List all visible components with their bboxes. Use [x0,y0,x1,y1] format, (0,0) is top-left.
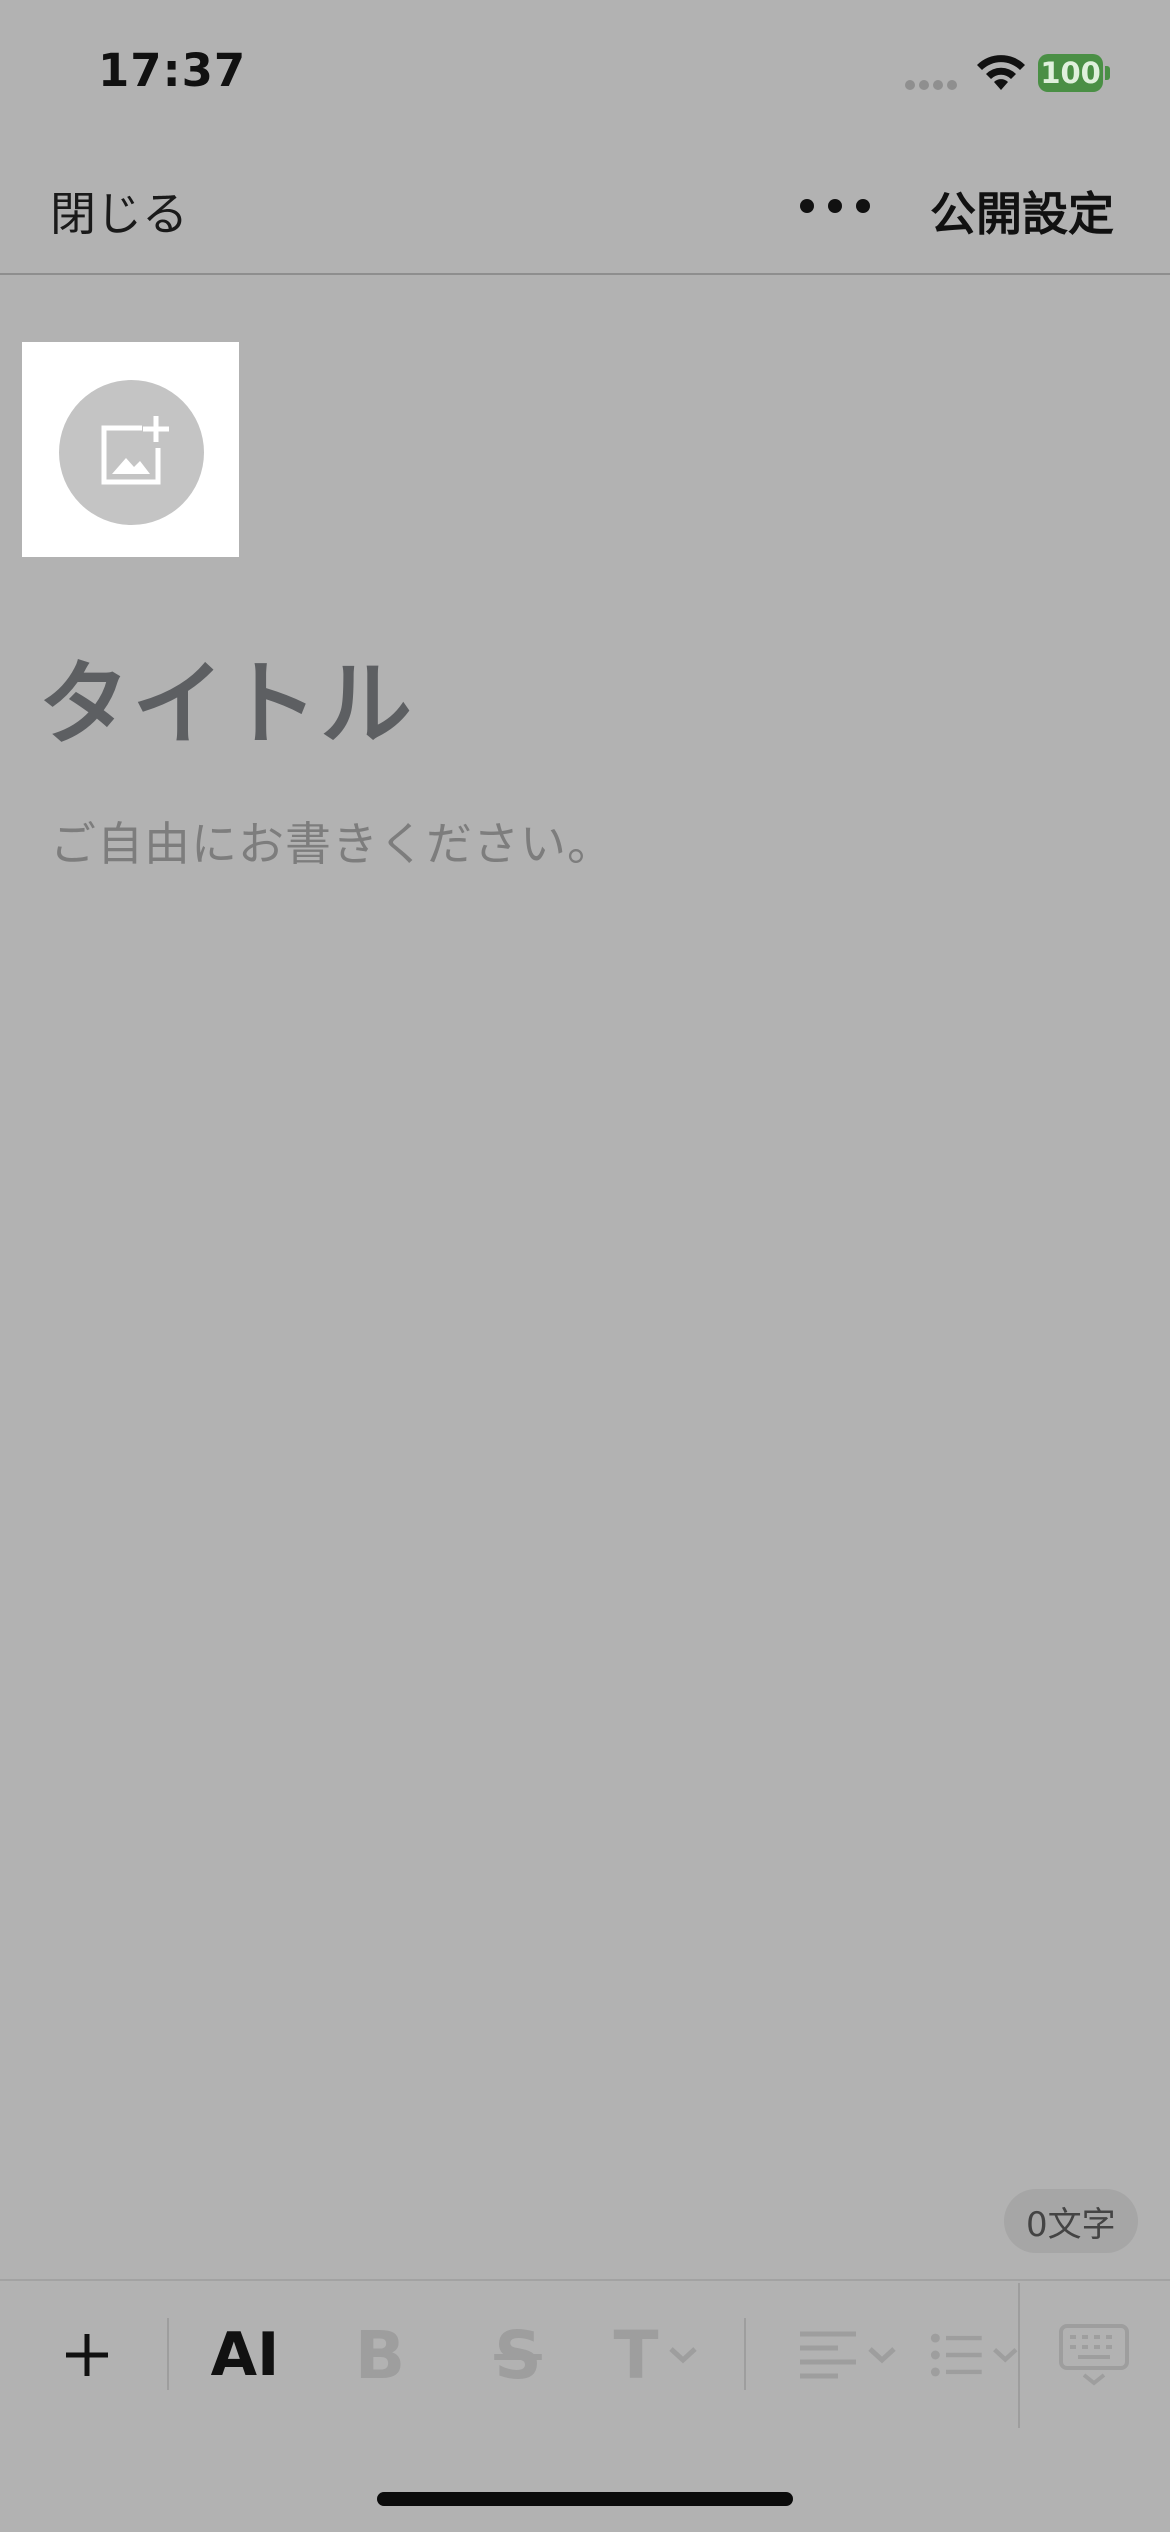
toolbar-separator [167,2318,169,2390]
text-style-button[interactable]: T [606,2310,706,2400]
add-image-icon [101,416,169,485]
chevron-down-icon [993,2348,1018,2363]
nav-divider [0,273,1170,275]
toolbar-separator [744,2318,746,2390]
body-input[interactable]: ご自由にお書きください。 [50,808,614,874]
list-icon [930,2333,982,2377]
home-indicator[interactable] [377,2492,793,2506]
cellular-signal-icon [905,80,957,90]
chevron-down-icon [867,2347,896,2364]
bold-button[interactable]: B [340,2310,420,2400]
text-style-label: T [613,2316,659,2394]
wifi-icon [977,55,1025,90]
more-horizontal-icon[interactable] [800,184,870,228]
align-button[interactable] [790,2310,905,2400]
align-left-icon [799,2331,856,2379]
toolbar-divider [0,2279,1170,2281]
chevron-down-icon [668,2347,697,2364]
publish-settings-button[interactable]: 公開設定 [930,178,1114,244]
keyboard-icon [1059,2324,1129,2386]
strikethrough-button[interactable]: S [478,2310,558,2400]
title-input[interactable]: タイトル [38,630,414,763]
toolbar-separator [1018,2283,1020,2428]
list-button[interactable] [930,2310,1020,2400]
character-count-badge: 0文字 [1004,2189,1138,2253]
close-button[interactable]: 閉じる [50,178,188,244]
battery-indicator: 100 [1038,53,1110,93]
battery-level: 100 [1038,54,1104,92]
ai-button[interactable]: AI [200,2310,290,2400]
keyboard-toggle-button[interactable] [1048,2310,1140,2400]
status-time: 17:37 [98,44,247,97]
insert-button[interactable] [52,2310,122,2400]
plus-icon [66,2334,108,2376]
